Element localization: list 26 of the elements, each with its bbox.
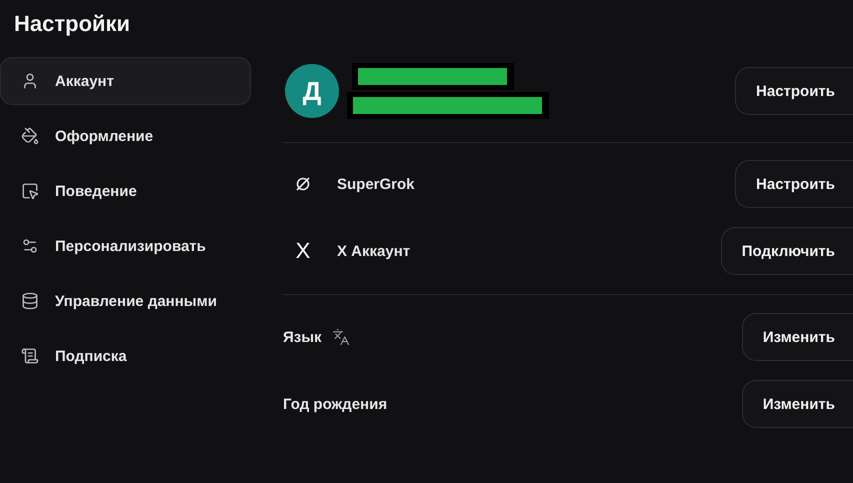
connect-button[interactable]: Подключить bbox=[720, 227, 853, 275]
database-icon bbox=[21, 292, 39, 310]
slashed-circle-icon bbox=[295, 176, 311, 192]
change-button[interactable]: Изменить bbox=[742, 380, 853, 428]
change-button[interactable]: Изменить bbox=[742, 313, 853, 361]
setting-label: Год рождения bbox=[283, 396, 388, 412]
configure-button[interactable]: Настроить bbox=[735, 67, 853, 115]
service-label: SuperGrok bbox=[337, 176, 415, 192]
user-icon bbox=[21, 72, 39, 90]
sliders-icon bbox=[21, 237, 39, 255]
sidebar-item[interactable]: Персонализировать bbox=[0, 222, 251, 270]
scroll-icon bbox=[21, 347, 39, 365]
page-title: Настройки bbox=[14, 10, 132, 38]
sidebar-item[interactable]: Поведение bbox=[0, 167, 251, 215]
setting-label: Язык bbox=[283, 328, 322, 346]
service-label: X Аккаунт bbox=[337, 242, 410, 260]
paint-bucket-icon bbox=[21, 127, 39, 145]
sidebar-item[interactable]: Аккаунт bbox=[0, 57, 251, 105]
pointer-icon bbox=[21, 182, 39, 200]
sidebar-item[interactable]: Оформление bbox=[0, 112, 251, 160]
sidebar-item[interactable]: Управление данными bbox=[0, 277, 251, 325]
configure-button[interactable]: Настроить bbox=[735, 160, 853, 208]
sidebar-item[interactable]: Подписка bbox=[0, 332, 251, 380]
avatar: Д bbox=[285, 64, 339, 118]
translate-icon bbox=[332, 328, 350, 346]
x-letter-icon: X bbox=[296, 238, 310, 264]
